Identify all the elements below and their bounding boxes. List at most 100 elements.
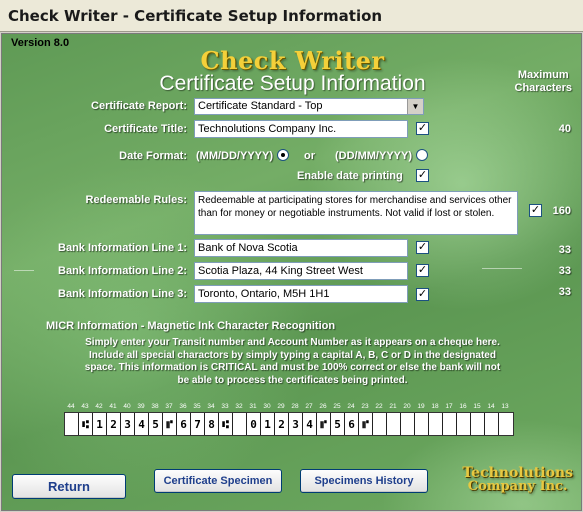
micr-cell[interactable] (457, 413, 471, 435)
redeemable-rules-textarea[interactable]: Redeemable at participating stores for m… (194, 191, 518, 235)
logo-line2: Company Inc. (467, 479, 568, 494)
micr-cell[interactable]: 2 (275, 413, 289, 435)
company-logo: Technolutions Company Inc. (462, 466, 573, 494)
date-format-mmddyyyy-radio[interactable] (277, 149, 289, 161)
page-title: Certificate Setup Information (159, 72, 426, 95)
micr-column-number: 20 (403, 403, 411, 410)
micr-cell[interactable]: 5 (149, 413, 163, 435)
max-characters-line1: Maximum (517, 69, 569, 81)
micr-column-number: 37 (165, 403, 173, 410)
bank-line3-input[interactable]: Toronto, Ontario, M5H 1H1 (194, 285, 408, 303)
micr-column-number: 35 (193, 403, 201, 410)
logo-line1: Technolutions (462, 465, 573, 481)
micr-cell[interactable]: 5 (331, 413, 345, 435)
certificate-report-value: Certificate Standard - Top (198, 100, 323, 112)
micr-cell[interactable] (373, 413, 387, 435)
enable-date-printing-checkbox[interactable]: ✓ (416, 169, 429, 182)
bank-line1-checkbox[interactable]: ✓ (416, 241, 429, 254)
certificate-report-label: Certificate Report: (91, 100, 187, 112)
certificate-title-label: Certificate Title: (104, 123, 187, 135)
micr-cell[interactable]: 3 (121, 413, 135, 435)
micr-entry-grid[interactable]: ⑆ 1 2 3 4 5 ⑈ 6 7 8 ⑆ 0 1 2 3 4 ⑈ 5 6 ⑈ (64, 412, 514, 436)
micr-cell[interactable]: ⑆ (219, 413, 233, 435)
micr-column-number: 14 (487, 403, 495, 410)
micr-column-number: 33 (221, 403, 229, 410)
bank-line1-max: 33 (558, 244, 571, 256)
bank-line1-input[interactable]: Bank of Nova Scotia (194, 239, 408, 257)
micr-cell[interactable]: 8 (205, 413, 219, 435)
micr-cell[interactable] (471, 413, 485, 435)
micr-column-number: 18 (431, 403, 439, 410)
micr-cell[interactable]: ⑈ (359, 413, 373, 435)
bank-line2-label: Bank Information Line 2: (58, 265, 187, 277)
redeemable-rules-checkbox[interactable]: ✓ (529, 204, 542, 217)
micr-column-number: 24 (347, 403, 355, 410)
app-title: Check Writer (200, 46, 385, 75)
micr-cell[interactable] (233, 413, 247, 435)
date-format-ddmmyyyy-radio[interactable] (416, 149, 428, 161)
micr-instructions: Simply enter your Transit number and Acc… (20, 337, 565, 387)
specimens-history-button[interactable]: Specimens History (300, 469, 428, 493)
enable-date-printing-label: Enable date printing (297, 170, 403, 182)
certificate-title-input[interactable]: Technolutions Company Inc. (194, 120, 408, 138)
micr-column-number: 21 (389, 403, 397, 410)
micr-column-number: 22 (375, 403, 383, 410)
micr-title: MICR Information - Magnetic Ink Characte… (46, 320, 336, 332)
redeemable-rules-label: Redeemable Rules: (85, 194, 187, 206)
micr-cell[interactable]: 6 (345, 413, 359, 435)
micr-cell[interactable]: 1 (261, 413, 275, 435)
micr-cell[interactable]: 3 (289, 413, 303, 435)
micr-column-number: 30 (263, 403, 271, 410)
micr-cell[interactable]: 7 (191, 413, 205, 435)
date-format-or-label: or (304, 150, 315, 162)
micr-cell[interactable]: ⑈ (317, 413, 331, 435)
micr-cell[interactable] (485, 413, 499, 435)
date-format-option2-label: (DD/MM/YYYY) (335, 150, 412, 162)
micr-cell[interactable]: 0 (247, 413, 261, 435)
certificate-title-max: 40 (558, 123, 571, 135)
micr-instruction-line: Include all special charactors by simply… (89, 349, 496, 361)
decorative-speck (14, 270, 34, 271)
micr-cell[interactable]: 1 (93, 413, 107, 435)
micr-column-number: 38 (151, 403, 159, 410)
micr-column-number: 28 (291, 403, 299, 410)
micr-cell[interactable]: ⑆ (79, 413, 93, 435)
micr-cell[interactable] (443, 413, 457, 435)
micr-cell[interactable] (429, 413, 443, 435)
bank-line3-label: Bank Information Line 3: (58, 288, 187, 300)
micr-column-number: 16 (459, 403, 467, 410)
micr-cell[interactable]: 2 (107, 413, 121, 435)
micr-column-number: 27 (305, 403, 313, 410)
bank-line3-max: 33 (558, 286, 571, 298)
bank-line3-checkbox[interactable]: ✓ (416, 288, 429, 301)
micr-cell[interactable]: ⑈ (163, 413, 177, 435)
micr-column-number: 40 (123, 403, 131, 410)
micr-cell[interactable]: 4 (303, 413, 317, 435)
micr-column-number: 43 (81, 403, 89, 410)
micr-cell[interactable] (387, 413, 401, 435)
micr-cell[interactable]: 4 (135, 413, 149, 435)
chevron-down-icon[interactable]: ▼ (407, 99, 423, 114)
micr-column-number: 36 (179, 403, 187, 410)
micr-cell[interactable] (415, 413, 429, 435)
date-format-label: Date Format: (119, 150, 187, 162)
bank-line2-max: 33 (558, 265, 571, 277)
micr-cell[interactable] (401, 413, 415, 435)
bank-line2-checkbox[interactable]: ✓ (416, 264, 429, 277)
micr-column-number: 19 (417, 403, 425, 410)
certificate-report-select[interactable]: Certificate Standard - Top ▼ (194, 98, 424, 115)
micr-column-number: 41 (109, 403, 117, 410)
bank-line2-input[interactable]: Scotia Plaza, 44 King Street West (194, 262, 408, 280)
micr-cell[interactable]: 6 (177, 413, 191, 435)
certificate-specimen-button[interactable]: Certificate Specimen (154, 469, 282, 493)
decorative-speck (482, 268, 522, 269)
micr-instruction-line: Simply enter your Transit number and Acc… (85, 337, 500, 348)
micr-column-number: 34 (207, 403, 215, 410)
micr-column-number: 15 (473, 403, 481, 410)
window-titlebar: Check Writer - Certificate Setup Informa… (0, 0, 583, 32)
micr-column-number: 13 (501, 403, 509, 410)
micr-cell[interactable] (499, 413, 513, 435)
return-button[interactable]: Return (12, 474, 126, 499)
micr-cell[interactable] (65, 413, 79, 435)
certificate-title-checkbox[interactable]: ✓ (416, 122, 429, 135)
